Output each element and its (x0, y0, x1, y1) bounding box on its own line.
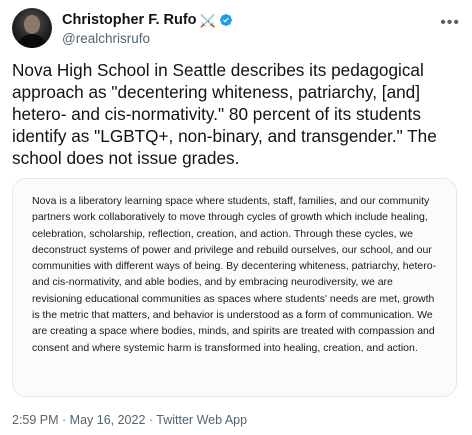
avatar-face (24, 15, 40, 34)
tweet-header: Christopher F. Rufo ⚔️ @realchrisrufo ••… (12, 8, 460, 52)
avatar-body (17, 34, 47, 48)
attached-image[interactable]: Nova is a liberatory learning space wher… (12, 178, 457, 397)
author-handle[interactable]: @realchrisrufo (62, 31, 150, 46)
tweet-text: Nova High School in Seattle describes it… (12, 60, 437, 168)
author-name-row[interactable]: Christopher F. Rufo ⚔️ (62, 12, 233, 28)
verified-badge-icon (219, 14, 232, 26)
attached-image-text: Nova is a liberatory learning space wher… (32, 195, 437, 354)
avatar[interactable] (12, 8, 52, 48)
tweet-timestamp[interactable]: 2:59 PM · May 16, 2022 · Twitter Web App (12, 413, 247, 427)
more-options-icon[interactable]: ••• (440, 14, 460, 32)
author-display-name[interactable]: Christopher F. Rufo (62, 12, 197, 28)
crossed-swords-icon: ⚔️ (199, 12, 216, 28)
